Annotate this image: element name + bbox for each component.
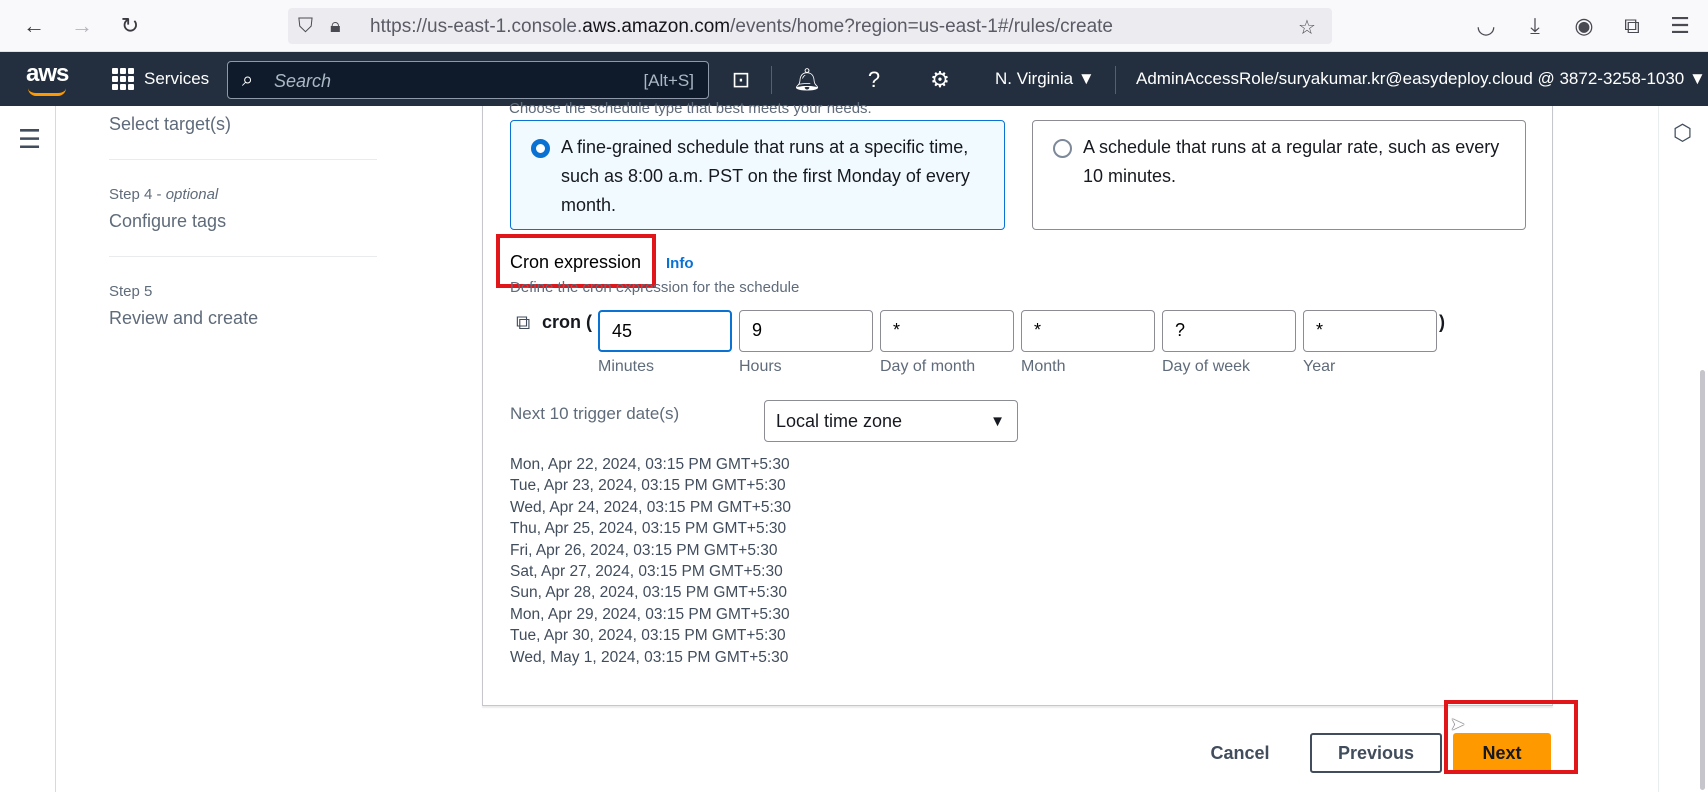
account-icon[interactable]: ◉ <box>1570 12 1598 40</box>
trigger-date: Sat, Apr 27, 2024, 03:15 PM GMT+5:30 <box>510 563 783 581</box>
trigger-date: Tue, Apr 30, 2024, 03:15 PM GMT+5:30 <box>510 627 786 645</box>
caret-down-icon: ▼ <box>990 413 1005 430</box>
hamburger-menu-icon[interactable]: ☰ <box>18 124 41 155</box>
cron-day-of-week-input[interactable]: ? <box>1162 310 1296 352</box>
services-menu[interactable]: Services <box>112 68 209 90</box>
wizard-steps: Select target(s) Step 4 - optional Confi… <box>109 106 377 379</box>
cron-expression-description: Define the cron expression for the sched… <box>510 279 800 296</box>
aws-logo-smile <box>28 88 66 96</box>
aws-console-header: aws Services ⌕ Search [Alt+S] ⊡ 🔔︎ ? ⚙ N… <box>0 52 1708 106</box>
menu-icon[interactable]: ☰ <box>1666 12 1694 40</box>
schedule-type-description: Choose the schedule type that best meets… <box>509 100 872 117</box>
cloudshell-icon[interactable]: ⊡ <box>727 66 755 94</box>
cron-hours-input[interactable]: 9 <box>739 310 873 352</box>
next-trigger-dates-label: Next 10 trigger date(s) <box>510 404 680 423</box>
header-divider <box>1115 66 1116 94</box>
cron-month-input[interactable]: * <box>1021 310 1155 352</box>
trigger-date: Wed, Apr 24, 2024, 03:15 PM GMT+5:30 <box>510 498 792 516</box>
cron-expression-label: Cron expression <box>510 252 642 272</box>
extensions-icon[interactable]: ⧉ <box>1618 12 1646 40</box>
help-panel-icon[interactable]: ⬡ <box>1673 120 1692 146</box>
notifications-bell-icon[interactable]: 🔔︎ <box>793 66 821 94</box>
step-caption: Step 5 <box>109 283 153 300</box>
pocket-icon[interactable]: ◡ <box>1472 12 1500 40</box>
cron-month-label: Month <box>1021 358 1066 375</box>
left-rail: ☰ <box>0 106 56 792</box>
option-rate-label: A schedule that runs at a regular rate, … <box>1083 137 1500 186</box>
step-caption: Step 4 - optional <box>109 186 219 203</box>
cron-day-of-month-label: Day of month <box>880 358 976 375</box>
help-icon[interactable]: ? <box>860 66 888 94</box>
mouse-cursor-icon: ➤ <box>1450 714 1466 734</box>
cron-minutes-label: Minutes <box>598 358 655 375</box>
timezone-value: Local time zone <box>776 411 903 431</box>
bookmark-star-icon[interactable]: ☆ <box>1298 15 1316 40</box>
info-link[interactable]: Info <box>666 255 694 272</box>
cancel-button[interactable]: Cancel <box>1192 733 1288 773</box>
aws-logo[interactable]: aws <box>26 60 69 88</box>
copy-icon[interactable]: ⧉ <box>516 312 530 335</box>
schedule-pattern-panel: Choose the schedule type that best meets… <box>482 100 1553 706</box>
cron-year-input[interactable]: * <box>1303 310 1437 352</box>
search-input[interactable]: ⌕ Search [Alt+S] <box>227 61 709 99</box>
account-menu[interactable]: AdminAccessRole/suryakumar.kr@easydeploy… <box>1136 69 1706 89</box>
forward-icon[interactable]: → <box>68 12 96 40</box>
browser-toolbar: ← → ↻ ⛉ 🔒︎ https://us-east-1.console.aws… <box>0 0 1708 52</box>
shield-icon[interactable]: ⛉ <box>298 15 313 38</box>
scrollbar-thumb[interactable] <box>1700 370 1705 790</box>
timezone-select[interactable]: Local time zone ▼ <box>764 400 1018 442</box>
reload-icon[interactable]: ↻ <box>116 12 144 40</box>
step-item[interactable]: Select target(s) <box>109 106 377 160</box>
step-title[interactable]: Select target(s) <box>109 114 377 135</box>
cron-hours-label: Hours <box>739 358 782 375</box>
trigger-date: Wed, May 1, 2024, 03:15 PM GMT+5:30 <box>510 648 789 666</box>
previous-button[interactable]: Previous <box>1310 733 1442 773</box>
option-rate-schedule[interactable]: A schedule that runs at a regular rate, … <box>1032 120 1526 230</box>
services-label: Services <box>144 69 210 88</box>
cron-year-label: Year <box>1303 358 1336 375</box>
header-divider <box>771 66 772 94</box>
radio-fine-grained[interactable] <box>531 139 550 158</box>
step-title[interactable]: Configure tags <box>109 211 377 232</box>
step-item[interactable]: Step 5 Review and create <box>109 283 377 353</box>
step-title[interactable]: Review and create <box>109 308 377 329</box>
cron-prefix: cron ( <box>542 312 593 332</box>
download-icon[interactable]: ⤓ <box>1521 12 1549 40</box>
search-shortcut: [Alt+S] <box>643 71 694 90</box>
lock-icon[interactable]: 🔒︎ <box>330 15 341 38</box>
trigger-date: Fri, Apr 26, 2024, 03:15 PM GMT+5:30 <box>510 541 778 559</box>
radio-rate[interactable] <box>1053 139 1072 158</box>
search-icon: ⌕ <box>242 69 254 91</box>
cron-suffix: ) <box>1439 312 1445 332</box>
step-item[interactable]: Step 4 - optional Configure tags <box>109 186 377 257</box>
address-bar[interactable]: ⛉ 🔒︎ https://us-east-1.console.aws.amazo… <box>288 8 1332 44</box>
trigger-date: Mon, Apr 29, 2024, 03:15 PM GMT+5:30 <box>510 605 790 623</box>
option-fine-grained-schedule[interactable]: A fine-grained schedule that runs at a s… <box>510 120 1005 230</box>
settings-gear-icon[interactable]: ⚙ <box>926 66 954 94</box>
trigger-dates-list: Mon, Apr 22, 2024, 03:15 PM GMT+5:30 Tue… <box>510 454 791 668</box>
trigger-date: Thu, Apr 25, 2024, 03:15 PM GMT+5:30 <box>510 520 787 538</box>
highlight-box <box>1444 700 1578 774</box>
trigger-date: Mon, Apr 22, 2024, 03:15 PM GMT+5:30 <box>510 456 790 473</box>
option-fine-grained-label: A fine-grained schedule that runs at a s… <box>561 137 970 215</box>
grid-icon <box>112 68 134 90</box>
trigger-date: Sun, Apr 28, 2024, 03:15 PM GMT+5:30 <box>510 584 788 602</box>
trigger-date: Tue, Apr 23, 2024, 03:15 PM GMT+5:30 <box>510 477 786 495</box>
url-text[interactable]: https://us-east-1.console.aws.amazon.com… <box>370 16 1113 38</box>
cron-minutes-input[interactable]: 45 <box>598 310 732 352</box>
cron-day-of-week-label: Day of week <box>1162 358 1251 375</box>
region-selector[interactable]: N. Virginia ▼ <box>995 69 1095 89</box>
back-icon[interactable]: ← <box>20 12 48 40</box>
cron-day-of-month-input[interactable]: * <box>880 310 1014 352</box>
search-placeholder: Search <box>274 71 332 91</box>
